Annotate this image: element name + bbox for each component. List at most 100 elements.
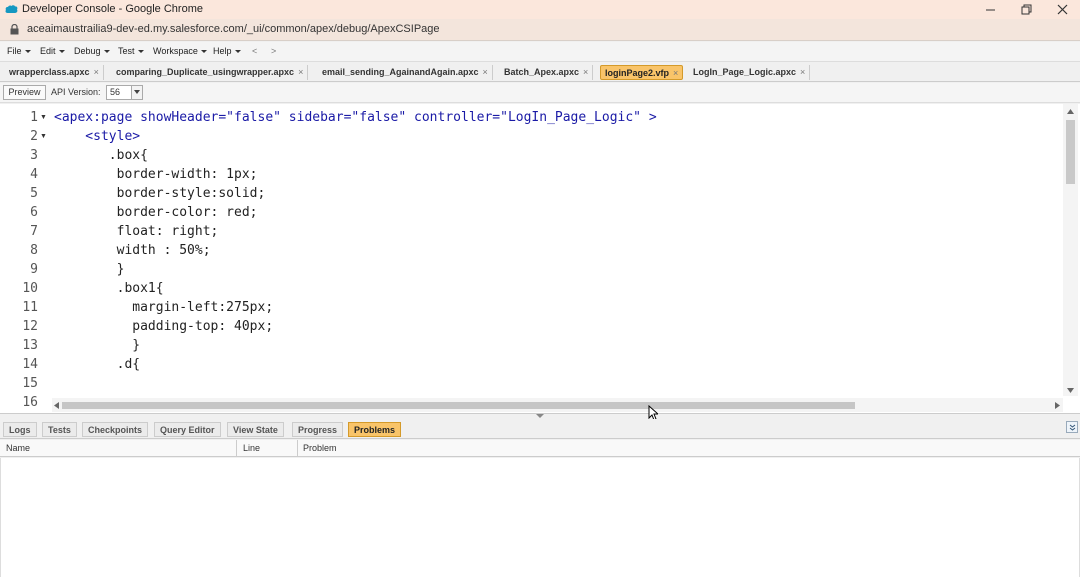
caret-down-icon: [234, 50, 241, 54]
tab-batch-apex[interactable]: Batch_Apex.apxc ×: [500, 65, 594, 80]
fold-arrow-icon[interactable]: ▼: [40, 114, 47, 121]
code-line: border-width: 1px;: [54, 167, 258, 182]
tab-view-state[interactable]: View State: [227, 422, 284, 437]
nav-back-button[interactable]: <: [252, 46, 257, 56]
line-number: 2: [30, 129, 38, 144]
line-number: 4: [30, 167, 38, 182]
column-header-line[interactable]: Line: [243, 443, 260, 453]
vertical-scroll-thumb[interactable]: [1066, 120, 1075, 184]
scroll-down-arrow-icon[interactable]: [1067, 388, 1074, 393]
maximize-button[interactable]: [1008, 0, 1044, 19]
code-line: width : 50%;: [54, 243, 211, 258]
line-number: 9: [30, 262, 38, 277]
tab-logs[interactable]: Logs: [3, 422, 37, 437]
close-window-button[interactable]: [1044, 0, 1080, 19]
lock-icon: [10, 24, 19, 35]
line-number: 15: [22, 376, 38, 391]
column-divider[interactable]: [236, 440, 237, 457]
salesforce-cloud-icon: [5, 5, 18, 13]
line-number: 1: [30, 110, 38, 125]
line-number: 12: [22, 319, 38, 334]
scroll-left-arrow-icon[interactable]: [54, 402, 59, 409]
nav-forward-button[interactable]: >: [271, 46, 276, 56]
menu-workspace[interactable]: Workspace: [153, 46, 207, 56]
menu-edit[interactable]: Edit: [40, 46, 65, 56]
bottom-panel-tabs: Logs Tests Checkpoints Query Editor View…: [0, 419, 1080, 439]
tab-tests[interactable]: Tests: [42, 422, 77, 437]
caret-down-icon: [58, 50, 65, 54]
close-tab-icon[interactable]: ×: [583, 67, 588, 77]
line-number: 11: [22, 300, 38, 315]
window-title: Developer Console - Google Chrome: [22, 3, 203, 15]
code-line: .d{: [54, 357, 141, 372]
code-line: margin-left:275px;: [54, 300, 274, 315]
problems-table-body: [0, 458, 1080, 577]
tab-email-sending[interactable]: email_sending_AgainandAgain.apxc ×: [318, 65, 493, 80]
tab-loginpage2[interactable]: loginPage2.vfp ×: [600, 65, 684, 80]
close-tab-icon[interactable]: ×: [298, 67, 303, 77]
menu-file[interactable]: File: [7, 46, 31, 56]
vertical-scrollbar[interactable]: [1063, 104, 1078, 396]
file-tab-bar: wrapperclass.apxc × comparing_Duplicate_u…: [0, 62, 1080, 82]
close-tab-icon[interactable]: ×: [800, 67, 805, 77]
title-bar: Developer Console - Google Chrome: [0, 0, 1080, 19]
tab-comparing-duplicate[interactable]: comparing_Duplicate_usingwrapper.apxc ×: [112, 65, 309, 80]
tab-query-editor[interactable]: Query Editor: [154, 422, 221, 437]
code-text-area[interactable]: <apex:page showHeader="false" sidebar="f…: [54, 104, 1054, 404]
close-icon: [1057, 4, 1067, 15]
horizontal-scroll-thumb[interactable]: [62, 402, 855, 409]
code-line: border-style:solid;: [54, 186, 266, 201]
caret-down-icon: [200, 50, 207, 54]
tab-login-page-logic[interactable]: LogIn_Page_Logic.apxc ×: [689, 65, 811, 80]
expand-panel-button[interactable]: [1066, 421, 1078, 433]
menu-bar: File Edit Debug Test Workspace Help < >: [0, 42, 1080, 62]
code-line: }: [54, 338, 141, 353]
problems-table-header: Name Line Problem: [0, 440, 1080, 457]
minimize-icon: [985, 9, 995, 11]
address-bar[interactable]: aceaimaustrailia9-dev-ed.my.salesforce.c…: [0, 19, 1080, 41]
chevron-double-down-icon: [1069, 424, 1076, 431]
line-number: 13: [22, 338, 38, 353]
code-editor[interactable]: 1 ▼ 2 ▼ 3 4 5 6 7 8 9 10 11 12 13 14 15 …: [0, 104, 1080, 414]
horizontal-scrollbar[interactable]: [52, 398, 1063, 412]
restore-icon: [1021, 4, 1031, 15]
caret-down-icon: [103, 50, 110, 54]
editor-toolbar: Preview API Version: 56: [0, 83, 1080, 103]
fold-arrow-icon[interactable]: ▼: [40, 133, 47, 140]
close-tab-icon[interactable]: ×: [483, 67, 488, 77]
column-header-problem[interactable]: Problem: [303, 443, 337, 453]
line-number: 6: [30, 205, 38, 220]
menu-test[interactable]: Test: [118, 46, 144, 56]
url-text[interactable]: aceaimaustrailia9-dev-ed.my.salesforce.c…: [27, 23, 440, 35]
tab-progress[interactable]: Progress: [292, 422, 344, 437]
minimize-button[interactable]: [972, 0, 1008, 19]
code-line: <style>: [54, 129, 141, 144]
code-line: .box{: [54, 148, 148, 163]
panel-splitter-handle[interactable]: [532, 414, 548, 418]
tab-problems[interactable]: Problems: [348, 422, 402, 437]
scroll-up-arrow-icon[interactable]: [1067, 109, 1074, 114]
line-number: 7: [30, 224, 38, 239]
chevron-down-icon: [131, 86, 142, 99]
line-number: 8: [30, 243, 38, 258]
scroll-right-arrow-icon[interactable]: [1055, 402, 1060, 409]
line-number: 5: [30, 186, 38, 201]
column-divider[interactable]: [297, 440, 298, 457]
browser-window: Developer Console - Google Chrome aceaim…: [0, 0, 1080, 577]
tab-checkpoints[interactable]: Checkpoints: [82, 422, 149, 437]
code-line: <apex:page showHeader="false" sidebar="f…: [54, 110, 657, 125]
api-version-select[interactable]: 56: [106, 85, 143, 100]
line-number: 10: [22, 281, 38, 296]
menu-help[interactable]: Help: [213, 46, 241, 56]
code-line: .box1{: [54, 281, 164, 296]
preview-button[interactable]: Preview: [3, 85, 46, 100]
code-line: border-color: red;: [54, 205, 258, 220]
code-line: float: right;: [54, 224, 219, 239]
column-header-name[interactable]: Name: [6, 443, 30, 453]
close-tab-icon[interactable]: ×: [673, 68, 678, 78]
api-version-label: API Version:: [51, 87, 101, 97]
close-tab-icon[interactable]: ×: [94, 67, 99, 77]
menu-debug[interactable]: Debug: [74, 46, 110, 56]
caret-down-icon: [137, 50, 144, 54]
tab-wrapperclass[interactable]: wrapperclass.apxc ×: [5, 65, 104, 80]
